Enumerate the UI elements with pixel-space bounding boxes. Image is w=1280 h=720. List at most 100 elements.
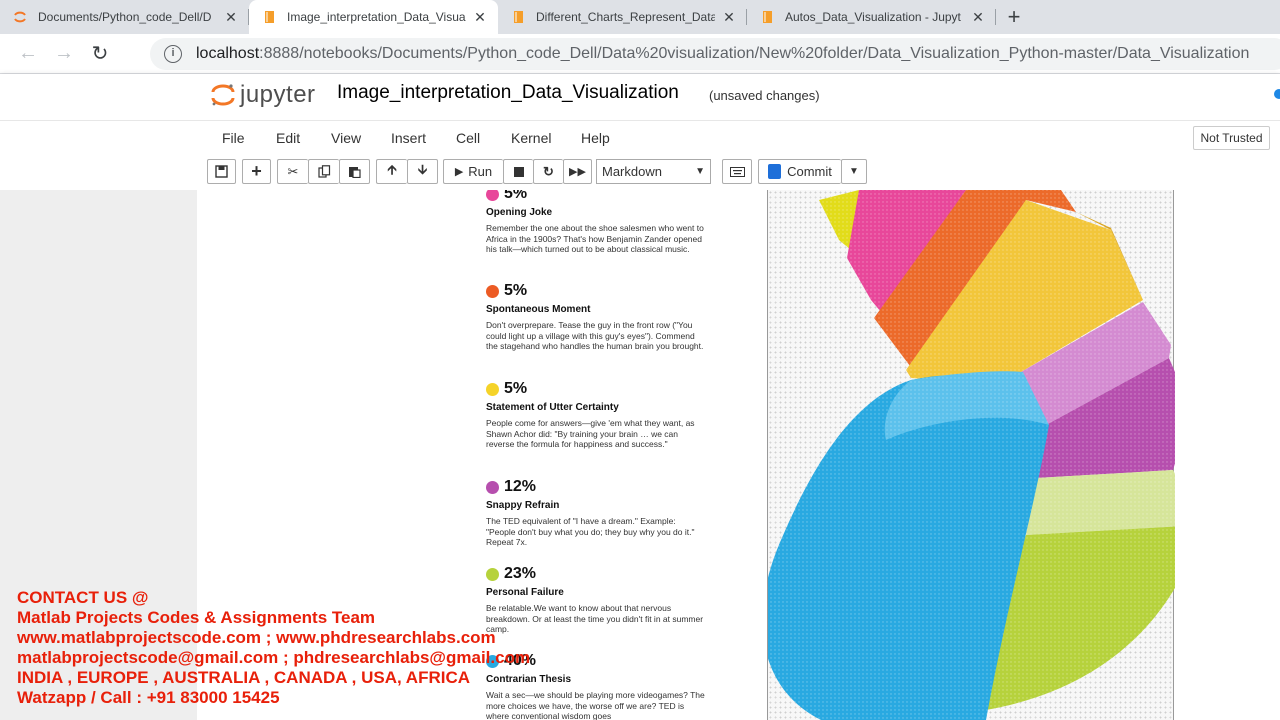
jupyter-logo[interactable]: jupyter [210,80,316,110]
menu-view[interactable]: View [331,130,361,146]
cut-button[interactable]: ✂ [277,159,308,184]
browser-tab-3[interactable]: Different_Charts_Represent_Data ✕ [498,0,747,34]
menu-help[interactable]: Help [581,130,610,146]
url-host: localhost [196,45,260,62]
legend-description: People come for answers—give 'em what th… [486,418,695,449]
menu-cell[interactable]: Cell [456,130,480,146]
insert-cell-button[interactable]: + [242,159,271,184]
copy-button[interactable] [308,159,339,184]
save-button[interactable] [207,159,236,184]
legend-dot [486,480,499,494]
command-palette-button[interactable] [722,159,752,184]
menu-file[interactable]: File [222,130,245,146]
browser-tab-title: Documents/Python_code_Dell/D [38,10,212,24]
play-icon: ▶ [454,166,464,178]
site-info-icon[interactable]: i [164,45,182,63]
url-input[interactable]: i localhost :8888/notebooks/Documents/Py… [150,38,1280,70]
watermark-line: INDIA , EUROPE , AUSTRALIA , CANADA , US… [17,668,471,687]
pie-slices [768,190,1175,720]
close-tab-icon[interactable]: ✕ [472,9,488,26]
restart-icon: ↻ [543,163,554,179]
watermark-line: Matlab Projects Codes & Assignments Team [17,608,376,627]
menu-edit[interactable]: Edit [276,130,300,146]
move-down-button[interactable]: 🡫 [407,159,438,184]
kernel-indicator-icon [1274,89,1280,99]
legend-item: 5% Spontaneous Moment Don't overprepare.… [486,281,716,352]
commit-label: Commit [787,164,832,179]
paste-icon [349,167,361,178]
scissors-icon: ✂ [287,163,299,179]
legend-item: 12% Snappy Refrain The TED equivalent of… [486,477,716,548]
browser-tab-2[interactable]: Image_interpretation_Data_Visua ✕ [249,0,498,34]
browser-tab-4[interactable]: Autos_Data_Visualization - Jupyt ✕ [747,0,996,34]
legend-dot [486,284,499,298]
browser-tab-title: Different_Charts_Represent_Data [536,10,715,24]
legend-percent: 5% [504,190,528,202]
legend-description: Don't overprepare. Tease the guy in the … [486,320,704,351]
tab-divider [995,9,996,25]
legend-label: Spontaneous Moment [486,304,591,315]
back-arrow-icon[interactable]: ← [10,42,46,65]
cell-type-select[interactable]: Markdown ▼ [596,159,711,184]
restart-button[interactable]: ↻ [533,159,563,184]
legend-description: The TED equivalent of "I have a dream." … [486,516,695,547]
browser-address-bar: ← → ↻ i localhost :8888/notebooks/Docume… [0,34,1280,74]
pie-texture [768,190,1175,720]
legend-percent: 5% [504,282,528,299]
legend-dot [486,382,499,396]
legend-dot [486,190,499,201]
legend-label: Statement of Utter Certainty [486,402,619,413]
commit-dropdown-button[interactable]: ▼ [841,159,867,184]
commit-icon [768,164,782,179]
notebook-toolbar: + ✂ 🡩 🡫 ▶ Run ↻ ▶▶ Markdown ▼ Commit ▼ [0,156,1280,190]
browser-tab-title: Autos_Data_Visualization - Jupyt [785,10,961,24]
move-up-button[interactable]: 🡩 [376,159,407,184]
close-tab-icon[interactable]: ✕ [970,9,986,26]
reload-icon[interactable]: ↻ [82,41,118,66]
jupyter-favicon-icon [14,11,26,23]
legend-dot [486,567,499,581]
legend-percent: 5% [504,380,528,397]
jupyter-logo-icon [211,84,235,106]
notebook-favicon-icon [763,11,772,23]
fast-forward-icon: ▶▶ [569,166,586,178]
infographic-pie-chart [768,190,1175,720]
stop-icon [513,166,524,177]
interrupt-button[interactable] [503,159,533,184]
forward-arrow-icon[interactable]: → [46,42,82,65]
browser-tab-1[interactable]: Documents/Python_code_Dell/D ✕ [0,0,249,34]
paste-button[interactable] [339,159,370,184]
new-tab-button[interactable]: + [1000,0,1028,34]
legend-label: Opening Joke [486,207,553,218]
notebook-favicon-icon [514,11,523,23]
commit-button[interactable]: Commit [758,159,841,184]
menu-kernel[interactable]: Kernel [511,130,551,146]
watermark-line: CONTACT US @ [17,588,149,607]
notebook-favicon-icon [265,11,274,23]
menu-insert[interactable]: Insert [391,130,426,146]
copy-icon [317,165,330,178]
jupyter-logo-text: jupyter [240,81,316,108]
infographic-chart-frame [767,190,1175,720]
browser-tab-title: Image_interpretation_Data_Visua [287,10,466,24]
notebook-name[interactable]: Image_interpretation_Data_Visualization [337,82,679,104]
legend-percent: 23% [504,565,537,582]
save-status: (unsaved changes) [709,88,820,103]
close-tab-icon[interactable]: ✕ [223,9,239,26]
caret-down-icon: ▼ [849,166,859,177]
close-tab-icon[interactable]: ✕ [721,9,737,26]
not-trusted-button[interactable]: Not Trusted [1193,126,1270,150]
run-button[interactable]: ▶ Run [443,159,503,184]
watermark-line: www.matlabprojectscode.com ; www.phdrese… [17,628,496,647]
url-path: :8888/notebooks/Documents/Python_code_De… [259,45,1250,62]
watermark-line: matlabprojectscode@gmail.com ; phdresear… [17,648,531,667]
chevron-down-icon: ▼ [695,166,705,177]
keyboard-icon [729,166,745,177]
legend-label: Snappy Refrain [486,500,560,511]
notebook-menubar: File Edit View Insert Cell Kernel Help N… [0,120,1280,156]
run-all-button[interactable]: ▶▶ [563,159,592,184]
arrow-up-icon: 🡩 [387,161,397,177]
plus-icon: + [251,161,262,181]
jupyter-header: jupyter Image_interpretation_Data_Visual… [0,74,1280,190]
save-icon [215,165,228,178]
